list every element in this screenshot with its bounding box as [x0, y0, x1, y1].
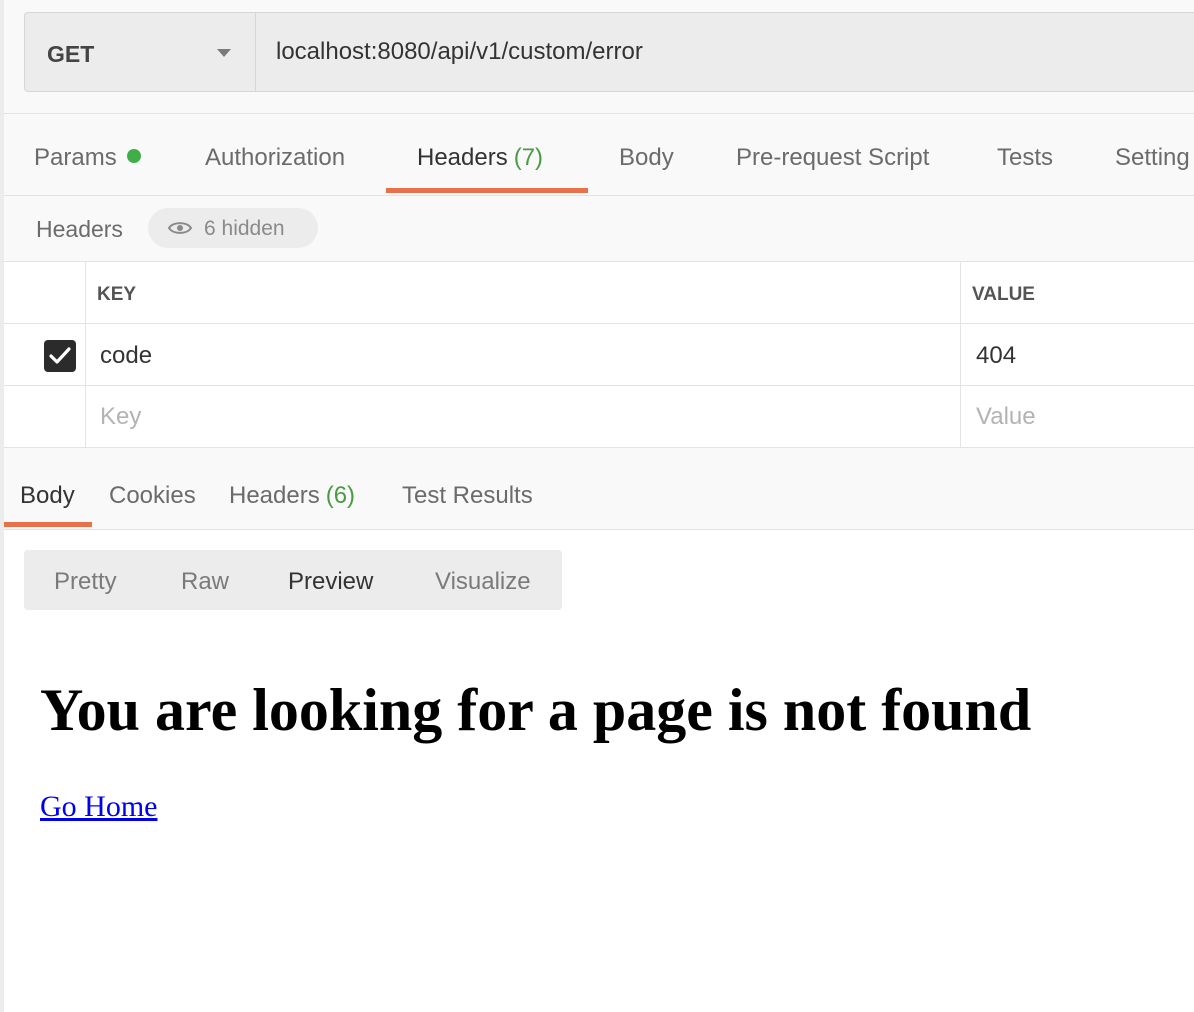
tab-pre-request-script-label: Pre-request Script: [736, 144, 930, 171]
headers-section-title: Headers: [36, 216, 123, 242]
chevron-down-icon: [217, 49, 231, 57]
headers-subbar: Headers 6 hidden: [4, 196, 1194, 262]
tab-settings-label: Setting: [1115, 144, 1190, 171]
response-tab-headers-count: (6): [325, 482, 356, 509]
method-select[interactable]: GET: [25, 13, 256, 91]
response-tab-test-results-label: Test Results: [402, 482, 533, 509]
tab-settings[interactable]: Setting: [1115, 144, 1190, 172]
preview-heading: You are looking for a page is not found: [40, 677, 1032, 743]
response-tab-cookies-label: Cookies: [109, 482, 196, 509]
response-active-tab-indicator: [4, 522, 92, 527]
column-header-key: KEY: [97, 284, 137, 305]
url-bar: GET: [24, 12, 1194, 92]
mode-visualize[interactable]: Visualize: [435, 568, 531, 596]
headers-table: KEY VALUE code 404: [4, 262, 1194, 448]
response-preview: You are looking for a page is not found …: [4, 612, 1194, 1012]
status-dot-icon: [126, 149, 141, 163]
tab-params-label: Params: [34, 144, 117, 171]
hidden-headers-label: 6 hidden: [204, 217, 285, 240]
new-key-input[interactable]: [100, 396, 950, 438]
view-mode-selector: Pretty Raw Preview Visualize: [24, 550, 562, 610]
response-tab-body[interactable]: Body: [20, 482, 75, 510]
tab-authorization-label: Authorization: [205, 144, 346, 171]
table-row: code 404: [4, 324, 1194, 386]
method-label: GET: [47, 41, 95, 67]
mode-raw[interactable]: Raw: [181, 568, 229, 596]
new-value-input[interactable]: [976, 396, 1186, 438]
tab-headers-label: Headers: [417, 144, 508, 171]
header-key-cell[interactable]: code: [100, 342, 152, 370]
header-value-cell[interactable]: 404: [976, 342, 1016, 370]
response-tab-headers-label: Headers: [229, 482, 320, 509]
go-home-link[interactable]: Go Home: [40, 790, 157, 824]
tab-body-label: Body: [619, 144, 674, 171]
response-tab-test-results[interactable]: Test Results: [402, 482, 533, 510]
request-area: GET: [4, 0, 1194, 114]
response-tabs: Body Cookies Headers (6) Test Results: [4, 448, 1194, 530]
response-tab-body-label: Body: [20, 482, 75, 509]
response-tab-headers[interactable]: Headers (6): [229, 482, 355, 510]
table-row-new: [4, 386, 1194, 448]
tab-tests-label: Tests: [997, 144, 1054, 171]
checkmark-icon: [49, 347, 71, 364]
tab-pre-request-script[interactable]: Pre-request Script: [736, 144, 929, 172]
row-enabled-checkbox[interactable]: [44, 340, 76, 372]
mode-preview[interactable]: Preview: [288, 568, 373, 596]
tab-tests[interactable]: Tests: [997, 144, 1053, 172]
response-tab-cookies[interactable]: Cookies: [109, 482, 196, 510]
column-header-value: VALUE: [972, 284, 1035, 305]
hidden-headers-toggle[interactable]: 6 hidden: [148, 208, 318, 248]
mode-pretty[interactable]: Pretty: [54, 568, 117, 596]
tab-params[interactable]: Params: [34, 144, 141, 172]
active-tab-indicator: [386, 188, 588, 193]
tab-headers-count: (7): [513, 144, 544, 171]
table-header-row: KEY VALUE: [4, 262, 1194, 324]
request-tabs: Params Authorization Headers (7) Body Pre…: [4, 114, 1194, 196]
tab-headers[interactable]: Headers (7): [417, 144, 543, 172]
tab-authorization[interactable]: Authorization: [205, 144, 345, 172]
eye-icon: [168, 222, 192, 234]
url-input[interactable]: [256, 13, 1194, 91]
tab-body[interactable]: Body: [619, 144, 674, 172]
